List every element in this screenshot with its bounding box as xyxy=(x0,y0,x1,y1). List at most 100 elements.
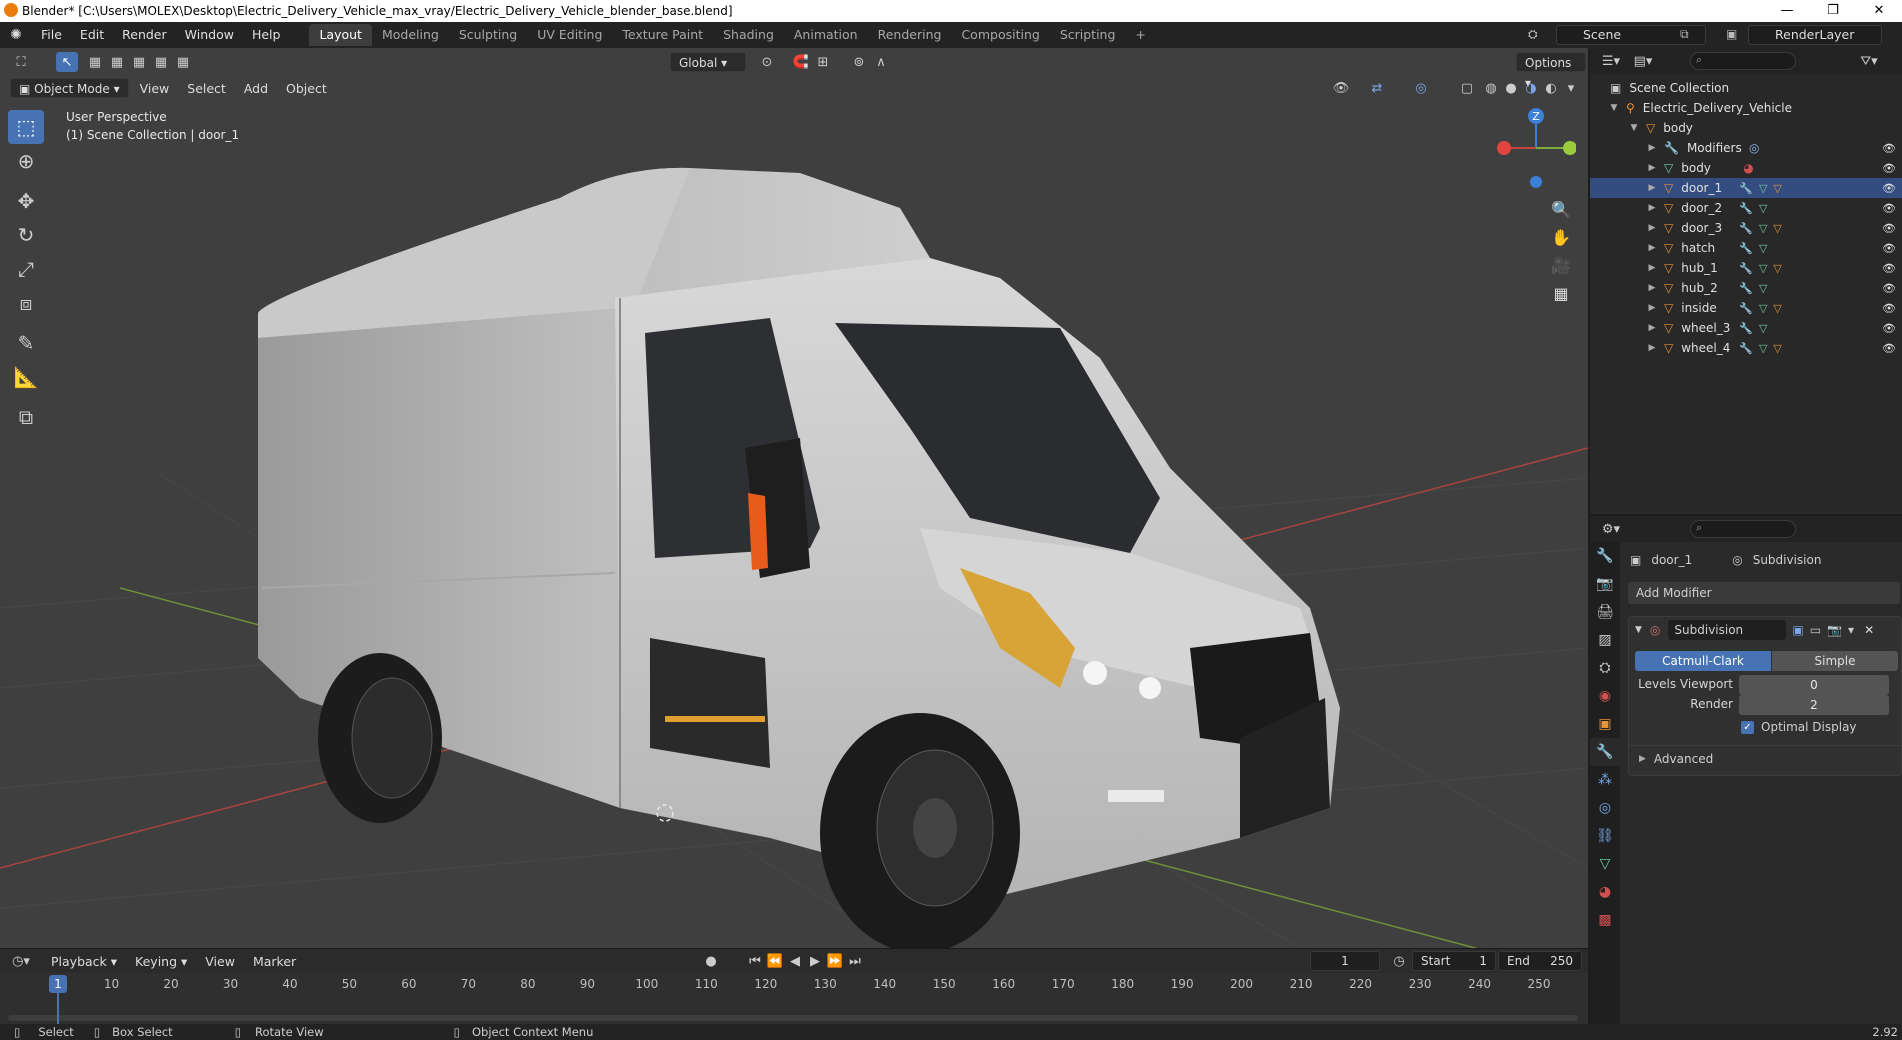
tree-row-scene-collection[interactable]: ▣ Scene Collection xyxy=(1590,78,1902,98)
tab-sculpting[interactable]: Sculpting xyxy=(449,24,527,46)
tab-layout[interactable]: Layout xyxy=(309,24,372,46)
mesh-data-icon[interactable]: ▽ xyxy=(1759,182,1767,195)
select-invert-icon[interactable]: ▦ xyxy=(150,52,172,72)
expand-arrow-icon[interactable]: ▶ xyxy=(1646,323,1658,333)
pan-icon[interactable]: ✋ xyxy=(1548,224,1574,250)
scene-type-icon[interactable]: ⛭ xyxy=(1528,27,1538,42)
tree-row-hub-1[interactable]: ▶ ▽ hub_1 🔧 ▽ ▽ 👁 xyxy=(1590,258,1902,278)
mesh-data-icon[interactable]: ▽ xyxy=(1759,202,1767,215)
visibility-toggle-icon[interactable]: 👁 xyxy=(1882,302,1896,315)
visibility-icon[interactable]: 👁 xyxy=(1330,78,1352,98)
add-modifier-dropdown[interactable]: Add Modifier xyxy=(1628,582,1900,604)
visibility-toggle-icon[interactable]: 👁 xyxy=(1882,142,1896,155)
timeline-editor-type-icon[interactable]: ◷▾ xyxy=(10,951,32,971)
display-mode-icon[interactable]: ▤▾ xyxy=(1632,51,1654,71)
measure-icon[interactable]: 📐 xyxy=(8,360,44,394)
tool-tab-icon[interactable]: 🔧 xyxy=(1590,542,1620,570)
expand-arrow-icon[interactable]: ▶ xyxy=(1646,283,1658,293)
levels-viewport-field[interactable]: 0 xyxy=(1739,675,1889,695)
zoom-icon[interactable]: 🔍 xyxy=(1548,196,1574,222)
material-icon[interactable]: ◕ xyxy=(1743,161,1753,175)
modifier-icon[interactable]: 🔧 xyxy=(1739,322,1753,335)
navigation-gizmo[interactable]: Z xyxy=(1496,108,1576,198)
next-keyframe-icon[interactable]: ⏩ xyxy=(824,951,846,971)
data-tab-icon[interactable]: ▽ xyxy=(1590,850,1620,878)
outliner-search-input[interactable] xyxy=(1690,52,1796,70)
ortho-toggle-icon[interactable]: ▦ xyxy=(1548,280,1574,306)
tree-row-body[interactable]: ▶ ▽ body ◕ 👁 xyxy=(1590,158,1902,178)
modifier-icon[interactable]: 🔧 xyxy=(1739,182,1753,195)
expand-arrow-icon[interactable]: ▶ xyxy=(1646,263,1658,273)
subdivision-modifier-icon[interactable]: ◎ xyxy=(1749,141,1759,155)
overlay-toggle-icon[interactable]: ◎ xyxy=(1410,78,1432,98)
start-frame-field[interactable]: Start 1 xyxy=(1412,951,1496,971)
timeline-scrollbar[interactable] xyxy=(8,1015,1578,1021)
modifier-tab-icon[interactable]: 🔧 xyxy=(1590,738,1620,766)
visibility-toggle-icon[interactable]: 👁 xyxy=(1882,262,1896,275)
mesh-data-icon[interactable]: ▽ xyxy=(1759,262,1767,275)
move-icon[interactable]: ✥ xyxy=(8,184,44,218)
add-workspace-button[interactable]: + xyxy=(1125,24,1155,46)
mesh-data-icon[interactable]: ▽ xyxy=(1759,222,1767,235)
select-subtract-icon[interactable]: ▦ xyxy=(128,52,150,72)
add-cube-icon[interactable]: ⧉ xyxy=(8,400,44,434)
mesh-data-icon[interactable]: ▽ xyxy=(1759,342,1767,355)
visibility-toggle-icon[interactable]: 👁 xyxy=(1882,202,1896,215)
render-levels-field[interactable]: 2 xyxy=(1739,695,1889,715)
tree-row-hatch[interactable]: ▶ ▽ hatch 🔧 ▽ 👁 xyxy=(1590,238,1902,258)
modifier-icon[interactable]: 🔧 xyxy=(1739,282,1753,295)
tree-row-wheel-3[interactable]: ▶ ▽ wheel_3 🔧 ▽ 👁 xyxy=(1590,318,1902,338)
transform-orientation-dropdown[interactable]: Global ▾ xyxy=(670,52,746,72)
mesh-data-icon[interactable]: ▽ xyxy=(1759,242,1767,255)
expand-arrow-icon[interactable]: ▶ xyxy=(1646,243,1658,253)
timeline-menu-keying[interactable]: Keying ▾ xyxy=(126,954,196,969)
snap-icon[interactable]: 🧲 xyxy=(790,52,812,72)
play-icon[interactable]: ▶ xyxy=(804,951,826,971)
tree-row-collection[interactable]: ▼ ⚲ Electric_Delivery_Vehicle xyxy=(1590,98,1902,118)
current-frame-field[interactable]: 1 xyxy=(1310,951,1380,971)
close-button[interactable]: ✕ xyxy=(1856,0,1902,22)
scene-tab-icon[interactable]: ⛭ xyxy=(1590,654,1620,682)
properties-search-input[interactable] xyxy=(1690,520,1796,538)
modifier-icon[interactable]: 🔧 xyxy=(1739,222,1753,235)
render-tab-icon[interactable]: 📷 xyxy=(1590,570,1620,598)
tree-row-door-1[interactable]: ▶ ▽ door_1 🔧 ▽ ▽ 👁 xyxy=(1590,178,1902,198)
modifier-icon[interactable]: 🔧 xyxy=(1739,302,1753,315)
timeline-menu-view[interactable]: View xyxy=(196,954,244,969)
tree-row-body-parent[interactable]: ▼ ▽ body xyxy=(1590,118,1902,138)
editor-type-icon[interactable]: ⛶ xyxy=(10,52,32,72)
expand-arrow-icon[interactable]: ▼ xyxy=(1608,103,1620,113)
texture-tab-icon[interactable]: ▩ xyxy=(1590,906,1620,934)
record-icon[interactable]: ● xyxy=(700,951,722,971)
expand-arrow-icon[interactable]: ▶ xyxy=(1646,303,1658,313)
visibility-toggle-icon[interactable]: 👁 xyxy=(1882,282,1896,295)
child-object-icon[interactable]: ▽ xyxy=(1773,342,1781,355)
child-object-icon[interactable]: ▽ xyxy=(1773,262,1781,275)
frame-ruler[interactable]: 1102030405060708090100110120130140150160… xyxy=(0,973,1588,1025)
expand-arrow-icon[interactable]: ▼ xyxy=(1628,123,1640,133)
jump-start-icon[interactable]: ⏮ xyxy=(744,951,766,971)
tab-scripting[interactable]: Scripting xyxy=(1050,24,1126,46)
tree-row-wheel-4[interactable]: ▶ ▽ wheel_4 🔧 ▽ ▽ 👁 xyxy=(1590,338,1902,358)
expand-arrow-icon[interactable]: ▶ xyxy=(1646,203,1658,213)
material-tab-icon[interactable]: ◕ xyxy=(1590,878,1620,906)
render-toggle-icon[interactable]: 📷 xyxy=(1827,623,1842,637)
render-layer-selector[interactable]: RenderLayer xyxy=(1748,25,1882,45)
cursor-icon[interactable]: ⊕ xyxy=(8,144,44,178)
rendered-shading-icon[interactable]: ◐ xyxy=(1540,78,1562,98)
3d-viewport[interactable]: ⛶ ↖ ▦ ▦ ▦ ▦ ▦ Global ▾ ⊙ 🧲 ⊞ ⊚ ∧ Options… xyxy=(0,48,1588,948)
viewport-menu-object[interactable]: Object xyxy=(277,81,336,96)
mesh-data-icon[interactable]: ▽ xyxy=(1759,322,1767,335)
shading-options-icon[interactable]: ▾ xyxy=(1560,78,1582,98)
restore-button[interactable]: ❐ xyxy=(1810,0,1856,22)
wireframe-shading-icon[interactable]: ◍ xyxy=(1480,78,1502,98)
collapse-arrow-icon[interactable]: ▼ xyxy=(1635,625,1642,635)
select-intersect-icon[interactable]: ▦ xyxy=(172,52,194,72)
falloff-icon[interactable]: ∧ xyxy=(870,52,892,72)
menu-file[interactable]: File xyxy=(32,22,71,48)
outliner-editor-type-icon[interactable]: ☰▾ xyxy=(1600,51,1622,71)
constraints-tab-icon[interactable]: ⛓ xyxy=(1590,822,1620,850)
child-object-icon[interactable]: ▽ xyxy=(1773,182,1781,195)
pivot-icon[interactable]: ⊙ xyxy=(756,52,778,72)
viewport-toggle-icon[interactable]: ▭ xyxy=(1810,623,1821,637)
